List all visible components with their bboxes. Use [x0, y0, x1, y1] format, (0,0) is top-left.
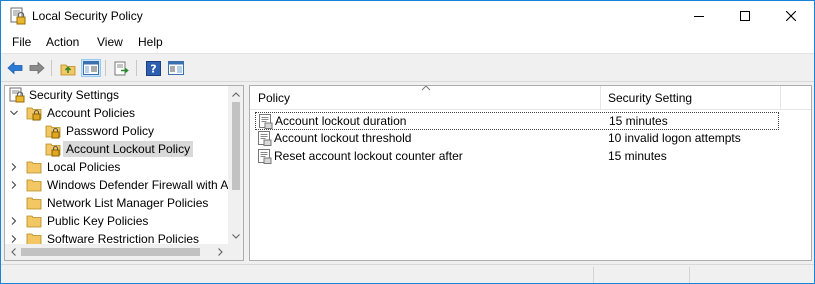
list-header: Policy Security Setting: [250, 86, 811, 110]
tree-item-windows-defender-firewall[interactable]: Windows Defender Firewall with A: [5, 176, 228, 194]
scroll-corner: [228, 244, 243, 260]
security-setting-value: 15 minutes: [608, 149, 667, 163]
folder-icon: [26, 161, 42, 174]
show-hide-console-tree-button[interactable]: [81, 59, 101, 77]
tree-item-network-list-manager-policies[interactable]: Network List Manager Policies: [5, 194, 228, 212]
column-divider[interactable]: [780, 86, 781, 110]
tree-item-security-settings[interactable]: Security Settings: [5, 86, 228, 104]
menu-help[interactable]: Help: [138, 35, 163, 49]
local-security-policy-window: Local Security Policy File Action View H…: [0, 0, 815, 284]
up-folder-icon: [60, 64, 76, 75]
export-list-icon: [114, 61, 129, 75]
security-setting-value: 10 invalid logon attempts: [608, 131, 741, 145]
tree-item-label: Windows Defender Firewall with A: [47, 178, 229, 192]
sort-ascending-icon: [421, 86, 431, 91]
tree-item-account-lockout-policy[interactable]: Account Lockout Policy: [5, 140, 228, 158]
security-settings-icon: [9, 87, 25, 103]
status-bar: [1, 264, 814, 283]
maximize-icon: [740, 11, 750, 21]
tree-item-public-key-policies[interactable]: Public Key Policies: [5, 212, 228, 230]
policy-setting-icon: [258, 131, 272, 146]
toolbar: ?: [1, 53, 814, 82]
minimize-button[interactable]: [676, 1, 722, 31]
svg-text:?: ?: [150, 62, 156, 75]
folder-icon: [26, 215, 42, 228]
tree-item-label-selected: Account Lockout Policy: [63, 141, 194, 157]
show-hide-tree-icon: [83, 61, 99, 75]
toolbar-separator: [105, 60, 106, 76]
status-bar-segment: [689, 267, 810, 283]
tree-vertical-scrollbar[interactable]: [228, 86, 243, 244]
policy-name: Account lockout duration: [275, 114, 407, 128]
close-icon: [786, 11, 796, 21]
list-row-account-lockout-threshold[interactable]: Account lockout threshold 10 invalid log…: [255, 130, 779, 148]
column-divider[interactable]: [600, 86, 601, 110]
toolbar-separator: [136, 60, 137, 76]
scroll-thumb[interactable]: [232, 102, 240, 190]
scroll-left-button[interactable]: [5, 244, 21, 260]
column-header-security-setting[interactable]: Security Setting: [602, 86, 692, 110]
chevron-down-icon[interactable]: [10, 109, 18, 117]
chevron-right-icon[interactable]: [10, 181, 18, 189]
folder-icon: [26, 179, 42, 192]
tree-item-label: Public Key Policies: [47, 214, 149, 228]
chevron-right-icon[interactable]: [10, 235, 18, 243]
chevron-up-icon: [232, 91, 240, 97]
tree-item-label: Network List Manager Policies: [47, 196, 209, 210]
tree-item-label: Password Policy: [66, 124, 155, 138]
chevron-right-icon[interactable]: [10, 163, 18, 171]
tree-item-label: Security Settings: [29, 88, 120, 102]
help-button[interactable]: ?: [143, 59, 163, 77]
scroll-thumb[interactable]: [21, 248, 200, 256]
tree-item-account-policies[interactable]: Account Policies: [5, 104, 228, 122]
tree-item-label: Local Policies: [47, 160, 121, 174]
forward-arrow-icon: [29, 61, 45, 75]
folder-lock-icon: [45, 125, 61, 139]
folder-lock-icon: [26, 107, 42, 121]
properties-icon: [168, 61, 184, 75]
column-header-policy[interactable]: Policy: [252, 86, 290, 110]
toolbar-separator: [51, 60, 52, 76]
policy-name: Account lockout threshold: [274, 131, 412, 145]
policy-setting-icon: [259, 114, 273, 129]
scroll-right-button[interactable]: [212, 244, 228, 260]
tree-item-label: Account Policies: [47, 106, 136, 120]
help-icon: ?: [145, 60, 161, 76]
policy-setting-icon: [258, 149, 272, 164]
back-button[interactable]: [5, 59, 25, 77]
chevron-left-icon: [10, 248, 16, 256]
chevron-right-icon: [217, 248, 223, 256]
up-one-level-button[interactable]: [58, 59, 78, 77]
menu-view[interactable]: View: [97, 35, 123, 49]
export-list-button[interactable]: [112, 59, 132, 77]
close-button[interactable]: [768, 1, 814, 31]
menu-bar: File Action View Help: [1, 31, 814, 53]
tree-item-local-policies[interactable]: Local Policies: [5, 158, 228, 176]
properties-button[interactable]: [166, 59, 186, 77]
back-arrow-icon: [7, 61, 23, 75]
minimize-icon: [694, 16, 704, 17]
scroll-down-button[interactable]: [228, 228, 243, 244]
console-tree[interactable]: Security Settings Account Policies Passw…: [4, 85, 244, 261]
forward-button[interactable]: [27, 59, 47, 77]
folder-lock-icon: [45, 143, 61, 157]
list-row-account-lockout-duration[interactable]: Account lockout duration 15 minutes: [255, 112, 779, 130]
tree-item-password-policy[interactable]: Password Policy: [5, 122, 228, 140]
menu-file[interactable]: File: [12, 35, 31, 49]
scroll-up-button[interactable]: [228, 86, 243, 102]
security-setting-value: 15 minutes: [609, 114, 668, 128]
maximize-button[interactable]: [722, 1, 768, 31]
folder-icon: [26, 197, 42, 210]
menu-action[interactable]: Action: [46, 35, 79, 49]
status-bar-segment: [593, 267, 689, 283]
chevron-right-icon[interactable]: [10, 217, 18, 225]
chevron-down-icon: [232, 233, 240, 239]
window-title: Local Security Policy: [32, 9, 143, 23]
list-row-reset-account-lockout-counter[interactable]: Reset account lockout counter after 15 m…: [255, 148, 779, 166]
security-policy-app-icon: [10, 7, 26, 25]
policy-name: Reset account lockout counter after: [274, 149, 463, 163]
policy-list-view[interactable]: Policy Security Setting Account lockout …: [249, 85, 812, 261]
tree-horizontal-scrollbar[interactable]: [5, 244, 228, 260]
title-bar[interactable]: Local Security Policy: [1, 1, 814, 31]
